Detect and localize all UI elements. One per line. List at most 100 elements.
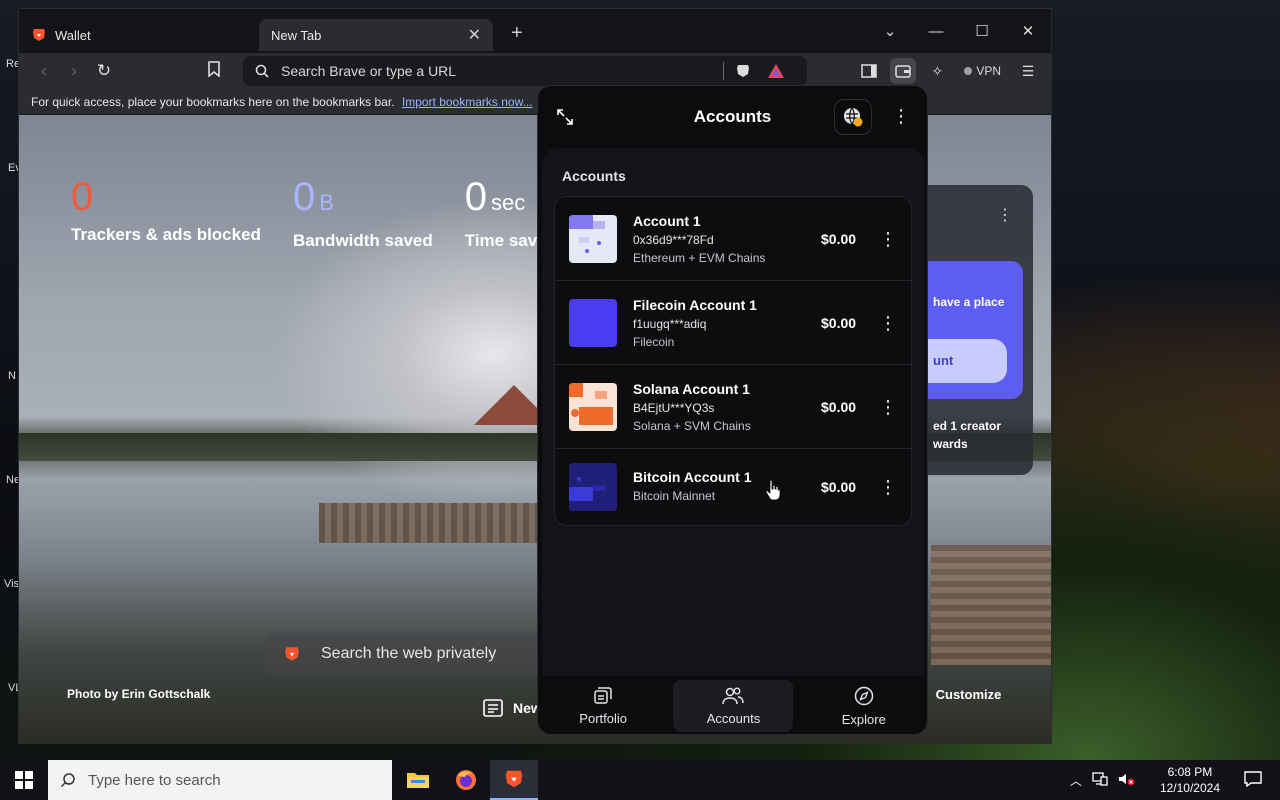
account-avatar — [569, 383, 617, 431]
clock-time: 6:08 PM — [1167, 765, 1213, 779]
account-avatar — [569, 215, 617, 263]
account-more-icon[interactable]: ⋮ — [879, 229, 897, 250]
nav-portfolio[interactable]: Portfolio — [543, 680, 663, 732]
nav-explore[interactable]: Explore — [804, 680, 924, 732]
desktop-label-4[interactable]: Vis — [4, 578, 18, 590]
sidebar-toggle-icon[interactable] — [856, 58, 882, 84]
account-more-icon[interactable]: ⋮ — [879, 397, 897, 418]
brave-app[interactable] — [490, 760, 538, 800]
vpn-status-dot — [964, 67, 973, 75]
firefox-app[interactable] — [442, 760, 490, 800]
network-selector[interactable] — [834, 99, 872, 135]
portfolio-icon — [594, 686, 612, 704]
account-list: Account 1 0x36d9***78Fd Ethereum + EVM C… — [554, 196, 912, 526]
start-button[interactable] — [0, 771, 48, 789]
stat-trackers-value: 0 — [71, 175, 94, 219]
browser-toolbar: ‹ › ↻ Search Brave or type a URL ✧ VPN ☰ — [19, 53, 1051, 89]
stat-time-value: 0 sec — [464, 175, 526, 219]
privacy-stats: 0 Trackers & ads blocked 0B Bandwidth sa… — [71, 173, 537, 251]
nav-accounts-label: Accounts — [706, 710, 761, 726]
wallet-body: Accounts Account 1 0x36d9***78Fd Ethereu… — [542, 148, 924, 676]
stat-time: 0 sec Time sav — [465, 173, 537, 251]
clock-date: 12/10/2024 — [1159, 781, 1220, 795]
close-tab-icon[interactable]: ✕ — [468, 25, 481, 45]
account-chain: Bitcoin Mainnet — [633, 489, 716, 503]
background-dock — [931, 545, 1051, 665]
account-row[interactable]: Filecoin Account 1 f1uugq***adiq Filecoi… — [555, 281, 911, 365]
back-icon[interactable]: ‹ — [29, 61, 59, 81]
search-icon — [255, 64, 269, 78]
system-tray: ︿ 6:08 PM 12/10/2024 — [1070, 760, 1280, 800]
news-button[interactable]: New — [483, 699, 542, 717]
file-explorer-app[interactable] — [394, 760, 442, 800]
account-row[interactable]: Account 1 0x36d9***78Fd Ethereum + EVM C… — [555, 197, 911, 281]
volume-muted-icon[interactable] — [1118, 772, 1136, 789]
search-icon — [60, 773, 75, 788]
vpn-label: VPN — [976, 64, 1001, 78]
maximize-icon[interactable]: ☐ — [959, 22, 1005, 40]
account-balance: $0.00 — [821, 399, 857, 415]
window-controls: ⌄ — ☐ ✕ — [867, 9, 1051, 53]
hand-cursor-icon — [765, 479, 781, 501]
account-more-icon[interactable]: ⋮ — [879, 313, 897, 334]
account-name: Bitcoin Account 1 — [633, 469, 752, 485]
wallet-menu-icon[interactable]: ⋮ — [892, 106, 910, 127]
wallet-icon[interactable] — [890, 58, 917, 84]
reload-icon[interactable]: ↻ — [89, 61, 119, 81]
wallet-header: Accounts ⋮ — [538, 86, 927, 148]
tray-chevron-up-icon[interactable]: ︿ — [1070, 772, 1082, 789]
accounts-users-icon — [722, 687, 745, 704]
stat-trackers: 0 Trackers & ads blocked — [71, 173, 261, 251]
taskbar-search[interactable]: Type here to search — [48, 760, 392, 800]
minimize-icon[interactable]: — — [913, 23, 959, 40]
address-bar-placeholder: Search Brave or type a URL — [281, 63, 457, 79]
tab-label: Wallet — [55, 27, 91, 43]
brave-rewards-icon[interactable] — [767, 63, 785, 79]
account-row[interactable]: Solana Account 1 B4EjtU***YQ3s Solana + … — [555, 365, 911, 449]
tab-search-chevron-icon[interactable]: ⌄ — [867, 22, 913, 40]
bookmarks-bar-message: For quick access, place your bookmarks h… — [31, 95, 395, 109]
photo-credit[interactable]: Photo by Erin Gottschalk — [67, 687, 210, 701]
notifications-icon[interactable] — [1244, 770, 1262, 790]
account-avatar — [569, 463, 617, 511]
account-address: f1uugq***adiq — [633, 317, 707, 331]
import-bookmarks-link[interactable]: Import bookmarks now... — [402, 95, 533, 109]
tab-strip: Wallet New Tab ✕ + ⌄ — ☐ ✕ — [19, 9, 1051, 53]
taskbar-clock[interactable]: 6:08 PM 12/10/2024 — [1160, 764, 1220, 796]
ntp-search-box[interactable]: Search the web privately — [263, 633, 563, 675]
brave-lion-icon — [33, 29, 45, 41]
taskbar-search-placeholder: Type here to search — [88, 771, 221, 789]
network-icon[interactable] — [1092, 771, 1108, 789]
close-window-icon[interactable]: ✕ — [1005, 22, 1051, 40]
bookmark-icon[interactable] — [199, 60, 229, 82]
vpn-button[interactable]: VPN — [958, 64, 1007, 78]
account-avatar — [569, 299, 617, 347]
customize-button[interactable]: ⋮ Customize — [919, 687, 1001, 703]
brave-shields-icon[interactable] — [735, 63, 751, 79]
stat-trackers-label: Trackers & ads blocked — [71, 225, 261, 244]
account-row[interactable]: Bitcoin Account 1 Bitcoin Mainnet $0.00 … — [555, 449, 911, 525]
wallet-panel: Accounts ⋮ Accounts Account 1 0x36d9***7… — [537, 85, 928, 735]
rewards-footer: ed 1 creator wards — [933, 419, 1002, 451]
stat-bandwidth: 0B Bandwidth saved — [293, 173, 433, 251]
rewards-menu-icon[interactable]: ⋮ — [997, 205, 1013, 225]
windows-taskbar: Type here to search ︿ 6:08 PM 12/10/2024 — [0, 760, 1280, 800]
account-more-icon[interactable]: ⋮ — [879, 477, 897, 498]
tab-wallet[interactable]: Wallet — [19, 19, 259, 51]
forward-icon[interactable]: › — [59, 61, 89, 81]
tab-new-tab[interactable]: New Tab ✕ — [259, 19, 493, 51]
folder-icon — [407, 773, 429, 788]
new-tab-plus-icon[interactable]: + — [511, 22, 523, 45]
account-name: Account 1 — [633, 213, 701, 229]
account-address: B4EjtU***YQ3s — [633, 401, 715, 415]
nav-accounts[interactable]: Accounts — [673, 680, 794, 732]
windows-logo-icon — [15, 771, 33, 789]
toolbar-right: ✧ VPN ☰ — [856, 53, 1041, 89]
nav-portfolio-label: Portfolio — [579, 710, 627, 726]
account-balance: $0.00 — [821, 479, 857, 495]
address-bar[interactable]: Search Brave or type a URL — [243, 56, 807, 86]
brave-lion-icon — [505, 770, 523, 788]
main-menu-icon[interactable]: ☰ — [1015, 58, 1041, 84]
leo-ai-sparkle-icon[interactable]: ✧ — [924, 58, 950, 84]
account-balance: $0.00 — [821, 315, 857, 331]
